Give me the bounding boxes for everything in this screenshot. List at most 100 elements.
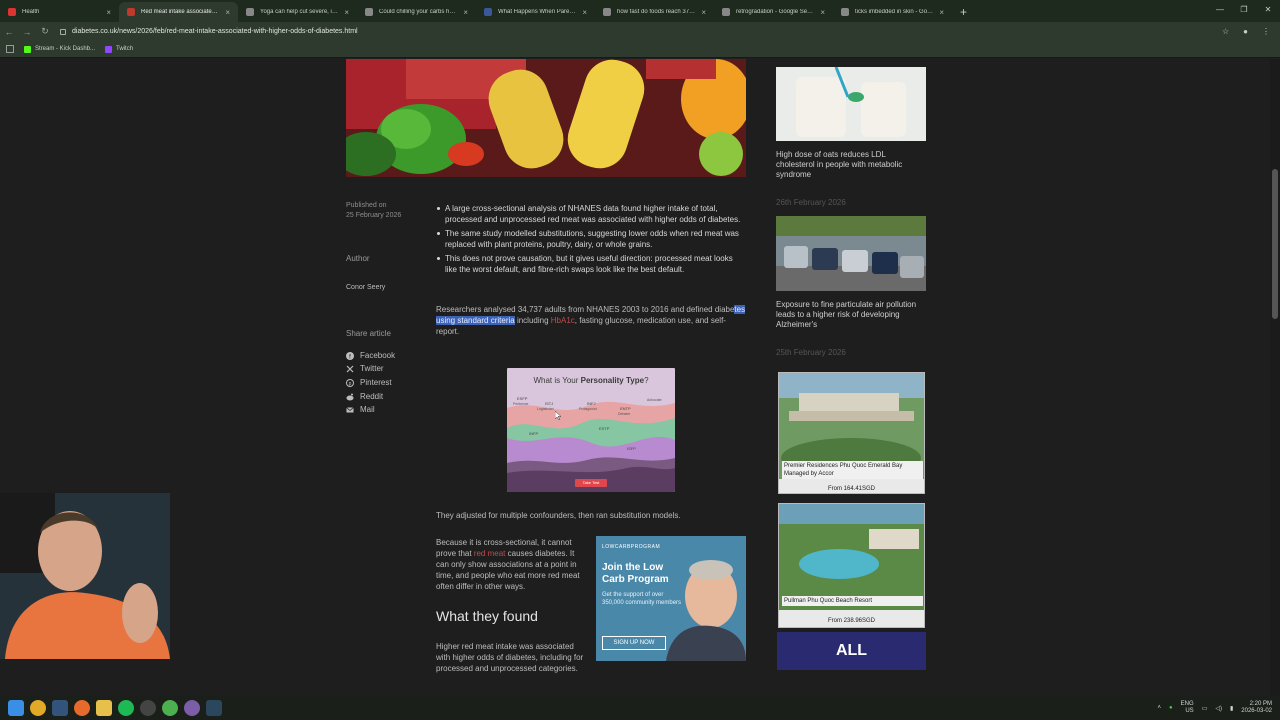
sign-up-button[interactable]: SIGN UP NOW [602,636,666,650]
personality-test-ad[interactable]: What is Your Personality Type? ESFP ISTJ… [507,368,675,492]
type-label: INFP [529,431,539,436]
bookmarks-bar: Stream - Kick Dashb... Twitch [0,41,1280,58]
browser-tab[interactable]: Could chilling your carbs help × [357,2,476,22]
mic-icon[interactable]: ● [1169,705,1173,711]
reload-icon[interactable]: ↻ [36,26,54,37]
apps-icon[interactable] [6,45,14,53]
paragraph-findings: Higher red meat intake was associated wi… [436,642,584,673]
back-icon[interactable]: ← [0,27,18,37]
bookmark-kick[interactable]: Stream - Kick Dashb... [24,45,95,53]
clock[interactable]: 2:20 PM 2026-03-02 [1241,701,1272,715]
tab-title: retrogradation - Google Search [736,9,815,15]
scrollbar-thumb[interactable] [1272,169,1278,319]
published-label: Published on [346,202,387,209]
hotel-price: From 238.96SGD [827,618,876,624]
paragraph-methods: Researchers analysed 34,737 adults from … [436,304,746,337]
hotel-price: From 164.41SGD [827,486,876,492]
file-explorer-icon[interactable] [96,700,112,716]
take-test-button[interactable]: Take Test [575,480,607,485]
browser-tab[interactable]: Yoga can help cut severe, initia × [238,2,357,22]
ad-title-suffix: ? [644,376,649,385]
tab-close-icon[interactable]: × [701,8,706,17]
hba1c-link[interactable]: HbA1c [551,316,575,325]
network-icon[interactable]: ▭ [1202,705,1208,712]
red-meat-link[interactable]: red meat [474,549,506,558]
tab-close-icon[interactable]: × [106,8,111,17]
hotel-ad-emerald-bay[interactable]: Premier Residences Phu Quoc Emerald Bay … [778,372,925,494]
url-field[interactable]: diabetes.co.uk/news/2026/feb/red-meat-in… [60,28,1222,35]
address-bar-row: ← → ↻ diabetes.co.uk/news/2026/feb/red-m… [0,22,1280,41]
browser-tab[interactable]: how fast do foods reach 37C of × [595,2,714,22]
new-tab-icon[interactable]: + [952,2,975,22]
forward-icon[interactable]: → [18,27,36,37]
browser-tab[interactable]: retrogradation - Google Search × [714,2,833,22]
share-reddit[interactable]: Reddit [346,392,383,401]
browser-tab[interactable]: What Happens When Parents S × [476,2,595,22]
low-carb-program-ad[interactable]: LOWCARBPROGRAM Join the Low Carb Program… [596,536,746,661]
windows-start-icon[interactable] [8,700,24,716]
steam-icon[interactable] [52,700,68,716]
site-info-icon[interactable] [60,28,66,35]
chrome-active-icon[interactable] [162,700,178,716]
lowcarb-headline: Join the Low Carb Program [602,562,669,585]
tab-close-icon[interactable]: × [820,8,825,17]
clock-date: 2026-03-02 [1241,708,1272,714]
share-facebook[interactable]: f Facebook [346,351,395,360]
menu-icon[interactable]: ⋮ [1262,27,1270,36]
share-twitter[interactable]: Twitter [346,364,384,373]
tab-title: Could chilling your carbs help [379,9,458,15]
author-label: Author [346,254,370,263]
chrome-icon[interactable] [30,700,46,716]
share-pinterest[interactable]: p Pinterest [346,378,392,387]
traffic-pollution-image[interactable] [776,216,926,291]
battery-icon[interactable]: ▮ [1230,705,1233,712]
ad-title: What is Your Personality Type? [507,376,675,385]
app-icon[interactable] [184,700,200,716]
firefox-icon[interactable] [74,700,90,716]
lang-bottom: US [1185,708,1194,714]
tab-close-icon[interactable]: × [582,8,587,17]
facebook-icon: f [346,351,354,360]
browser-tab[interactable]: Red meat intake associated wit × [119,2,238,22]
svg-text:p: p [349,381,352,387]
type-label: ESFP [517,396,528,401]
bookmark-twitch[interactable]: Twitch [105,45,133,53]
share-mail[interactable]: Mail [346,405,375,414]
type-label: ENTP [620,406,631,411]
spotify-icon[interactable] [118,700,134,716]
browser-tab[interactable]: Health × [0,2,119,22]
tab-close-icon[interactable]: × [463,8,468,17]
published-date: 25 February 2026 [346,212,402,219]
language-indicator[interactable]: ENG US [1181,701,1194,715]
author-name[interactable]: Conor Seery [346,283,385,293]
minimize-icon[interactable]: — [1208,0,1232,20]
tab-close-icon[interactable]: × [344,8,349,17]
tab-close-icon[interactable]: × [939,8,944,17]
steam-icon-2[interactable] [206,700,222,716]
hotel-ad-pullman[interactable]: Pullman Phu Quoc Beach Resort From 238.9… [778,503,925,628]
sidebar-article-title[interactable]: High dose of oats reduces LDL cholestero… [776,150,926,180]
lang-top: ENG [1180,701,1194,707]
obs-icon[interactable] [140,700,156,716]
tray-chevron-icon[interactable]: ˄ [1158,705,1162,711]
page-scrollbar[interactable] [1270,59,1280,696]
hotel-name: Pullman Phu Quoc Beach Resort [782,596,923,606]
profile-icon[interactable]: ● [1243,27,1248,36]
kick-icon [24,45,31,53]
key-point: A large cross-sectional analysis of NHAN… [436,203,746,225]
maximize-icon[interactable]: ❐ [1232,0,1256,20]
sidebar-article-title[interactable]: Exposure to fine particulate air polluti… [776,300,926,330]
browser-tab[interactable]: ticks imbedded in skin - Googl × [833,2,952,22]
banner-label: ALL [835,642,868,659]
key-point: The same study modelled substitutions, s… [436,228,746,250]
share-link-label: Twitter [360,364,384,373]
speaker-icon[interactable]: ◁) [1215,705,1222,712]
hotel-name: Premier Residences Phu Quoc Emerald Bay … [782,461,923,479]
tab-close-icon[interactable]: × [225,8,230,17]
bookmark-star-icon[interactable]: ☆ [1222,27,1229,36]
oats-smoothie-image[interactable] [776,67,926,141]
type-label: INFJ [587,401,596,406]
close-window-icon[interactable]: ✕ [1256,0,1280,20]
accor-all-banner[interactable]: ALL [777,632,926,670]
lowcarb-subtext: Get the support of over 350,000 communit… [602,592,682,606]
